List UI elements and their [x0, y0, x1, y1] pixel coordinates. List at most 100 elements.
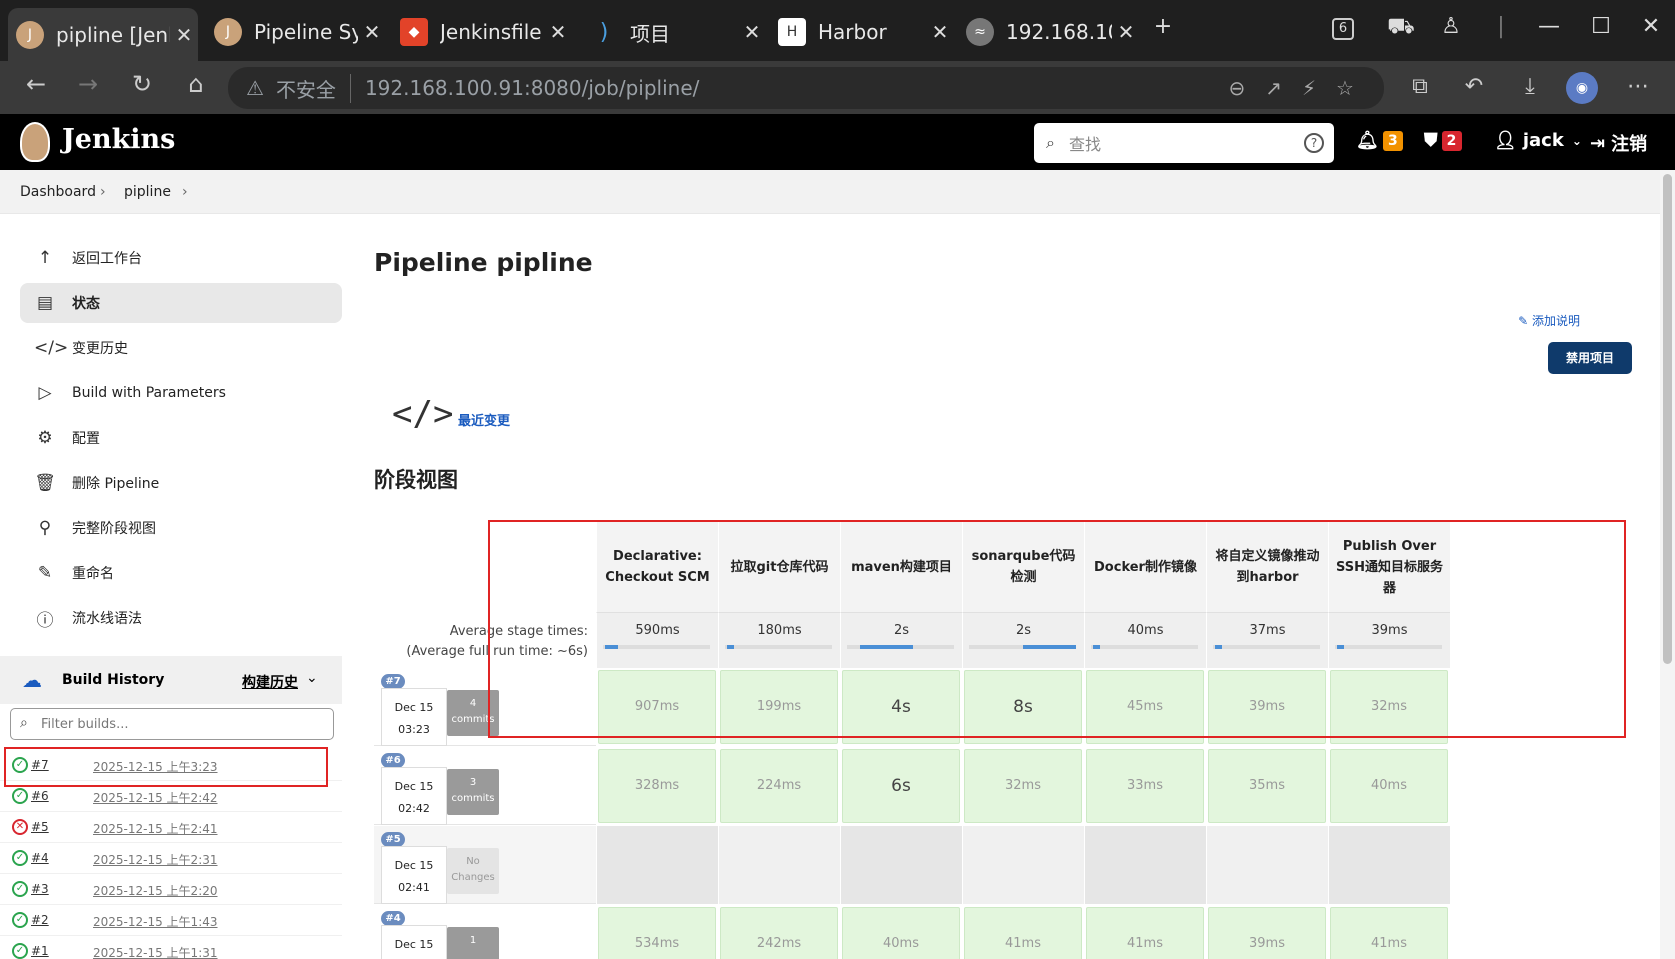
close-tab-icon[interactable]: ✕: [1112, 20, 1140, 44]
close-tab-icon[interactable]: ✕: [544, 20, 572, 44]
search-input[interactable]: ⌕ 查找 ?: [1034, 123, 1334, 163]
close-tab-icon[interactable]: ✕: [926, 20, 954, 44]
build-history-link[interactable]: 构建历史: [242, 672, 298, 692]
sidebar-item-delete[interactable]: 🗑︎ 删除 Pipeline: [20, 463, 342, 503]
jenkins-brand[interactable]: Jenkins: [62, 124, 175, 155]
run-changes[interactable]: 3 commits: [447, 769, 499, 815]
menu-icon[interactable]: ⋯: [1620, 74, 1656, 99]
profile-avatar[interactable]: ◉: [1566, 72, 1598, 104]
build-row[interactable]: ✓ #2 2025-12-15 上午1:43: [0, 905, 342, 936]
filter-builds-input[interactable]: ⌕ Filter builds...: [10, 708, 334, 740]
address-actions-icon[interactable]: ⊖↗⚡☆: [1229, 76, 1375, 100]
build-date-link[interactable]: 2025-12-15 上午2:41: [93, 820, 218, 837]
run-badge[interactable]: #5: [381, 832, 405, 847]
run-changes[interactable]: No Changes: [447, 848, 499, 894]
sidebar-item-configure[interactable]: ⚙ 配置: [20, 418, 342, 458]
close-tab-icon[interactable]: ✕: [170, 23, 198, 47]
tab-project[interactable]: ) 项目 ✕: [582, 10, 766, 54]
home-icon[interactable]: ⌂: [176, 70, 216, 98]
user-menu[interactable]: 👤︎ jack ⌄: [1494, 130, 1582, 151]
tab-ip[interactable]: ≈ 192.168.100.9 ✕: [958, 10, 1140, 54]
stage-cell[interactable]: 35ms: [1208, 749, 1326, 823]
sidebar-item-pipeline-syntax[interactable]: ⓘ 流水线语法: [20, 598, 342, 638]
stage-cell[interactable]: 40ms: [842, 907, 960, 959]
build-row[interactable]: ✕ #5 2025-12-15 上午2:41: [0, 812, 342, 843]
stage-cell[interactable]: 39ms: [1208, 907, 1326, 959]
build-date-link[interactable]: 2025-12-15 上午2:20: [93, 882, 218, 899]
build-date-link[interactable]: 2025-12-15 上午1:31: [93, 944, 218, 959]
run-label[interactable]: #4 Dec 15 1: [374, 905, 596, 959]
download-icon[interactable]: ⤓: [1512, 74, 1548, 99]
close-window-icon[interactable]: ✕: [1634, 14, 1668, 39]
forward-icon[interactable]: →: [68, 70, 108, 98]
stage-cell[interactable]: 41ms: [1086, 907, 1204, 959]
search-help-icon[interactable]: ?: [1304, 133, 1324, 153]
tab-gitlab[interactable]: ◆ Jenkinsfile · m ✕: [392, 10, 572, 54]
jenkins-logo-icon[interactable]: [20, 122, 50, 162]
stage-cell[interactable]: 242ms: [720, 907, 838, 959]
build-date-link[interactable]: 2025-12-15 上午2:31: [93, 851, 218, 868]
breadcrumb-dashboard[interactable]: Dashboard: [20, 184, 96, 200]
build-date-link[interactable]: 2025-12-15 上午2:42: [93, 789, 218, 806]
undo-icon[interactable]: ↶: [1456, 74, 1492, 99]
reload-icon[interactable]: ↻: [122, 70, 162, 98]
tab-count-icon[interactable]: 6: [1332, 18, 1354, 40]
build-number-link[interactable]: #3: [31, 882, 49, 896]
stage-cell[interactable]: 33ms: [1086, 749, 1204, 823]
scrollbar-thumb[interactable]: [1663, 174, 1672, 664]
stage-cell[interactable]: 328ms: [598, 749, 716, 823]
new-tab-icon[interactable]: +: [1146, 14, 1180, 39]
maximize-icon[interactable]: ☐: [1584, 14, 1618, 39]
build-number-link[interactable]: #2: [31, 913, 49, 927]
build-row[interactable]: ✓ #4 2025-12-15 上午2:31: [0, 843, 342, 874]
add-description-link[interactable]: ✎ 添加说明: [1518, 312, 1580, 329]
shirt-icon[interactable]: ♙: [1434, 14, 1468, 39]
sidebar-item-build-with-parameters[interactable]: ▷ Build with Parameters: [20, 373, 342, 413]
tab-jenkins[interactable]: J pipline [Jenkins] ✕: [8, 8, 198, 62]
back-icon[interactable]: ←: [16, 70, 56, 98]
run-label[interactable]: #6 Dec 15 02:42 3 commits: [374, 747, 596, 825]
disable-project-button[interactable]: 禁用项目: [1548, 342, 1632, 374]
build-row[interactable]: ✓ #1 2025-12-15 上午1:31: [0, 936, 342, 959]
run-badge[interactable]: #7: [381, 674, 405, 689]
chevron-down-icon[interactable]: ⌄: [306, 670, 318, 686]
page-scrollbar[interactable]: [1660, 170, 1675, 959]
minimize-icon[interactable]: —: [1532, 14, 1566, 39]
stage-cell[interactable]: 6s: [842, 749, 960, 823]
tab-harbor[interactable]: H Harbor ✕: [770, 10, 954, 54]
run-badge[interactable]: #4: [381, 911, 405, 926]
run-changes[interactable]: 1: [447, 927, 499, 959]
stage-cell[interactable]: 40ms: [1330, 749, 1448, 823]
address-bar: ← → ↻ ⌂ ⚠ 不安全 192.168.100.91:8080/job/pi…: [0, 62, 1675, 114]
breadcrumb-pipline[interactable]: pipline: [124, 184, 171, 200]
notifications-button[interactable]: 🔔︎ 3: [1356, 130, 1403, 151]
sidebar-item-changes[interactable]: </> 变更历史: [20, 328, 342, 368]
stage-cell[interactable]: 224ms: [720, 749, 838, 823]
build-number-link[interactable]: #5: [31, 820, 49, 834]
extensions-icon[interactable]: ⧉: [1402, 74, 1438, 99]
build-number-link[interactable]: #4: [31, 851, 49, 865]
stage-cell[interactable]: 41ms: [964, 907, 1082, 959]
run-badge[interactable]: #6: [381, 753, 405, 768]
logout-button[interactable]: ⇥ 注销: [1590, 130, 1647, 156]
car-icon[interactable]: ⛟: [1384, 14, 1418, 42]
sidebar-item-rename[interactable]: ✎ 重命名: [20, 553, 342, 593]
build-date-link[interactable]: 2025-12-15 上午1:43: [93, 913, 218, 930]
build-number-link[interactable]: #1: [31, 944, 49, 958]
close-tab-icon[interactable]: ✕: [358, 20, 386, 44]
build-number-link[interactable]: #6: [31, 789, 49, 803]
run-label[interactable]: #5 Dec 15 02:41 No Changes: [374, 826, 596, 904]
chevron-right-icon[interactable]: ›: [182, 184, 188, 200]
sidebar-item-status[interactable]: ▤ 状态: [20, 283, 342, 323]
sidebar-item-back[interactable]: ↑ 返回工作台: [20, 238, 342, 278]
security-button[interactable]: ⛊ 2: [1424, 130, 1462, 151]
stage-cell[interactable]: 41ms: [1330, 907, 1448, 959]
stage-cell[interactable]: 534ms: [598, 907, 716, 959]
build-row[interactable]: ✓ #3 2025-12-15 上午2:20: [0, 874, 342, 905]
recent-changes-link[interactable]: 最近变更: [458, 410, 510, 429]
stage-cell[interactable]: 32ms: [964, 749, 1082, 823]
close-tab-icon[interactable]: ✕: [738, 20, 766, 44]
sidebar-item-full-stage-view[interactable]: ⚲ 完整阶段视图: [20, 508, 342, 548]
url-field[interactable]: ⚠ 不安全 192.168.100.91:8080/job/pipline/ ⊖…: [228, 67, 1384, 109]
tab-pipeline-syntax[interactable]: J Pipeline Syntax ✕: [206, 10, 386, 54]
